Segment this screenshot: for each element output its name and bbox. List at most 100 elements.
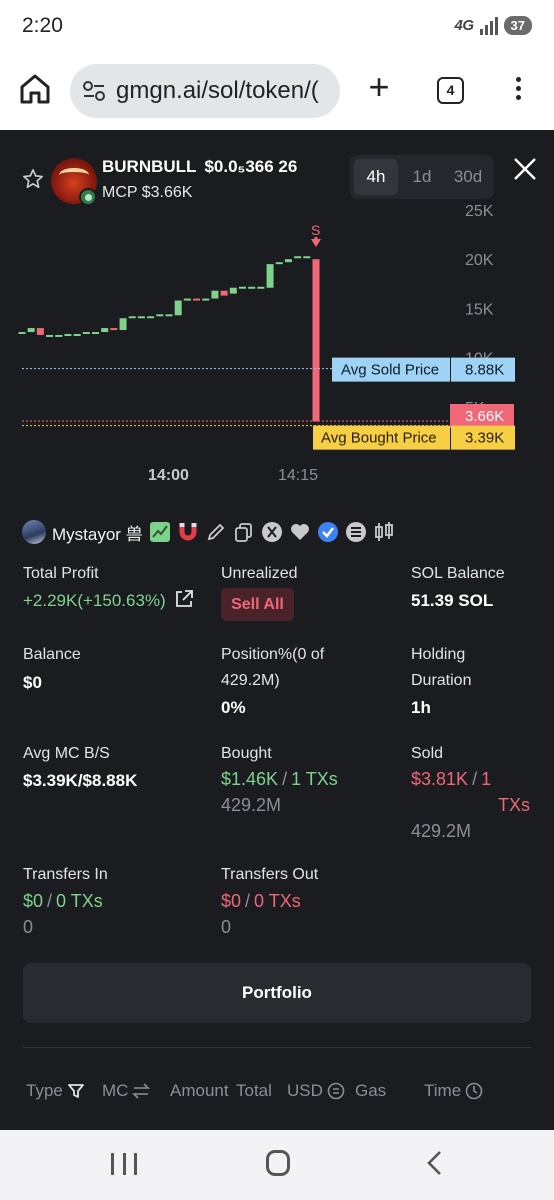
avg-sold-label: Avg Sold Price bbox=[341, 362, 439, 379]
back-icon[interactable] bbox=[422, 1150, 448, 1176]
current-price-value: 3.66K bbox=[465, 408, 504, 425]
user-avatar bbox=[22, 520, 46, 544]
x-tick-label: 14:15 bbox=[278, 467, 318, 484]
amount-column-header: Amount bbox=[170, 1081, 229, 1100]
filter-icon[interactable] bbox=[67, 1082, 85, 1100]
heart-icon[interactable] bbox=[289, 521, 311, 543]
candle bbox=[266, 264, 274, 288]
candle bbox=[27, 328, 35, 333]
total-column-header: Total bbox=[236, 1081, 272, 1100]
currency-toggle-icon[interactable] bbox=[327, 1082, 345, 1100]
candle bbox=[284, 259, 292, 263]
avg-sold-value: 8.88K bbox=[465, 362, 504, 379]
edit-icon[interactable] bbox=[205, 521, 227, 543]
verified-icon bbox=[317, 522, 338, 542]
sold-value: $3.81K/1 bbox=[411, 769, 492, 789]
candle bbox=[110, 328, 118, 331]
mc-column-header[interactable]: MC bbox=[102, 1081, 151, 1101]
page-content: BURNBULL $0.0₅366 26 MCP $3.66K 4h 1d 30d… bbox=[0, 130, 554, 1130]
x-twitter-icon[interactable] bbox=[261, 521, 283, 543]
token-name: BURNBULL bbox=[102, 157, 197, 176]
candle bbox=[202, 298, 210, 301]
candle bbox=[46, 334, 54, 337]
bought-label: Bought bbox=[221, 745, 272, 762]
status-time: 2:20 bbox=[22, 14, 63, 37]
close-icon[interactable] bbox=[512, 156, 538, 182]
avg-bought-label: Avg Bought Price bbox=[321, 430, 437, 447]
clock-icon[interactable] bbox=[465, 1082, 483, 1100]
candle bbox=[220, 290, 228, 296]
candle bbox=[55, 334, 63, 337]
sell-all-button[interactable]: Sell All bbox=[221, 588, 294, 621]
home-icon[interactable] bbox=[18, 72, 52, 106]
candle bbox=[92, 332, 99, 335]
avg-bought-value: 3.39K bbox=[465, 430, 504, 447]
candle bbox=[239, 286, 246, 289]
transfers-out-value: $0/0 TXs bbox=[221, 891, 301, 911]
transfers-in-amount: 0 bbox=[23, 917, 34, 937]
candle bbox=[128, 316, 136, 319]
bought-amount: 429.2M bbox=[221, 795, 282, 815]
candle bbox=[257, 286, 265, 289]
tab-4h[interactable]: 4h bbox=[354, 159, 398, 195]
timeframe-selector: 4h 1d 30d bbox=[350, 155, 494, 199]
y-tick-label: 15K bbox=[465, 301, 494, 318]
site-settings-icon[interactable] bbox=[82, 80, 106, 102]
candle bbox=[183, 298, 191, 301]
bought-value: $1.46K/1 TXs bbox=[221, 769, 338, 789]
position-value: 0% bbox=[221, 698, 246, 717]
candle bbox=[82, 332, 90, 335]
network-label: 4G bbox=[454, 17, 475, 34]
unrealized-label: Unrealized bbox=[221, 565, 298, 582]
candle bbox=[303, 256, 311, 259]
token-avatar bbox=[51, 158, 97, 206]
candle bbox=[211, 290, 219, 299]
type-column-header[interactable]: Type bbox=[26, 1081, 85, 1101]
y-tick-label: 25K bbox=[465, 203, 494, 220]
candle bbox=[73, 333, 81, 336]
address-bar[interactable]: gmgn.ai/sol/token/( bbox=[70, 64, 340, 118]
candle bbox=[174, 300, 182, 316]
holding-value: 1h bbox=[411, 698, 431, 717]
more-options-icon[interactable] bbox=[508, 74, 528, 106]
new-tab-button[interactable]: + bbox=[364, 69, 394, 106]
solana-icon bbox=[345, 522, 366, 542]
token-price: $0.0₅366 26 bbox=[204, 157, 298, 176]
swap-icon[interactable] bbox=[132, 1083, 151, 1099]
transfers-out-label: Transfers Out bbox=[221, 866, 319, 883]
x-tick-label: 14:00 bbox=[148, 467, 189, 484]
holding-label-line2: Duration bbox=[411, 672, 472, 689]
candle bbox=[156, 314, 164, 317]
avg-mc-label: Avg MC B/S bbox=[23, 745, 110, 762]
candle bbox=[64, 333, 72, 336]
sold-label: Sold bbox=[411, 745, 444, 762]
candle bbox=[229, 287, 237, 294]
browser-toolbar: gmgn.ai/sol/token/( + 4 bbox=[0, 54, 554, 130]
copy-icon[interactable] bbox=[233, 521, 255, 543]
price-chart[interactable]: 25K20K15K10K5K14:0014:15SAvg Sold Price8… bbox=[0, 200, 554, 500]
tab-30d[interactable]: 30d bbox=[446, 159, 490, 195]
portfolio-button[interactable]: Portfolio bbox=[23, 963, 531, 1023]
candle bbox=[18, 332, 26, 335]
tab-1d[interactable]: 1d bbox=[400, 159, 444, 195]
position-label-line2: 429.2M) bbox=[221, 672, 280, 689]
system-nav-bar bbox=[0, 1130, 554, 1200]
chart-up-icon bbox=[149, 522, 170, 542]
candle bbox=[275, 262, 283, 265]
token-title: BURNBULL $0.0₅366 26 bbox=[102, 157, 297, 177]
usd-column-header[interactable]: USD bbox=[287, 1081, 345, 1101]
position-label-line1: Position%(0 of bbox=[221, 646, 325, 663]
nav-home-icon[interactable] bbox=[266, 1150, 290, 1176]
recent-apps-icon[interactable] bbox=[111, 1153, 137, 1175]
tab-switcher-button[interactable]: 4 bbox=[437, 77, 464, 104]
sell-arrow-icon bbox=[311, 237, 321, 247]
candlestick-icon[interactable] bbox=[373, 521, 395, 543]
y-tick-label: 20K bbox=[465, 252, 494, 269]
balance-label: Balance bbox=[23, 646, 81, 663]
time-column-header[interactable]: Time bbox=[424, 1081, 483, 1101]
user-row: Mystayor 兽 bbox=[22, 518, 395, 546]
status-icons: 4G 37 bbox=[455, 16, 532, 35]
share-icon[interactable] bbox=[174, 589, 194, 609]
star-icon[interactable] bbox=[22, 168, 44, 190]
url-text: gmgn.ai/sol/token/( bbox=[116, 77, 319, 104]
